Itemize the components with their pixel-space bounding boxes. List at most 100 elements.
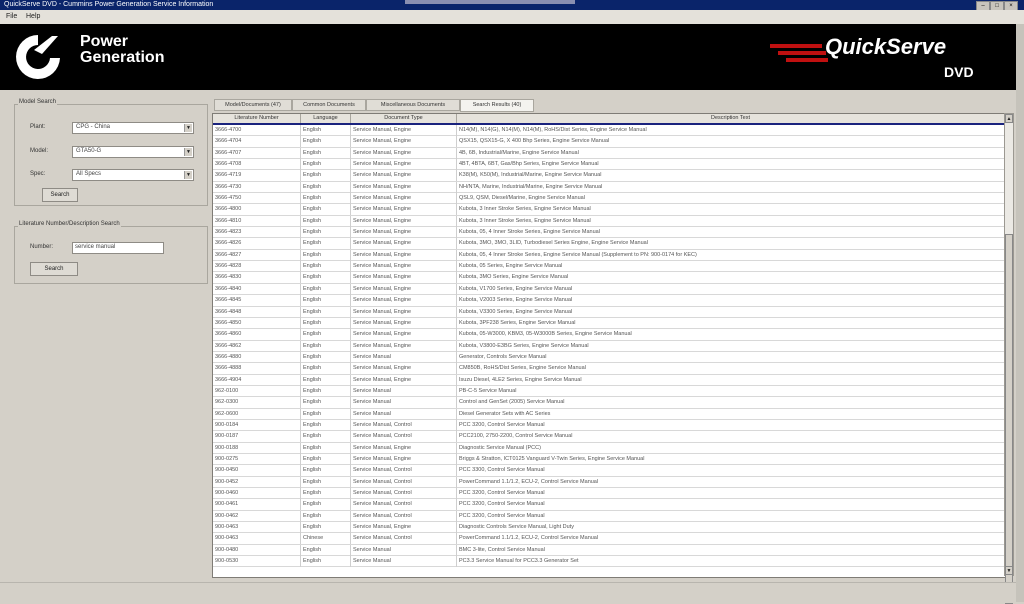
cell-document-type: Service Manual, Engine: [351, 329, 457, 341]
table-row[interactable]: 900-0463 English Service Manual, Engine Dia…: [213, 522, 1005, 534]
scroll-thumb[interactable]: [1005, 234, 1013, 604]
table-row[interactable]: 962-0600 English Service Manual Diesel Gene…: [213, 408, 1005, 420]
table-row[interactable]: 3666-4848 English Service Manual, Engine Ku…: [213, 306, 1005, 318]
cell-language: English: [301, 510, 351, 522]
spec-value: All Specs: [76, 171, 102, 177]
cell-description: Diesel Generator Sets with AC Series: [457, 408, 1005, 420]
table-row[interactable]: 3666-4845 English Service Manual, Engine Ku…: [213, 295, 1005, 307]
cell-literature-number: 3666-4860: [213, 329, 301, 341]
model-search-button[interactable]: Search: [42, 188, 78, 202]
table-row[interactable]: 3666-4708 English Service Manual, Engine 4B…: [213, 159, 1005, 171]
cell-description: PCC2100, 2750-2200, Control Service Manu…: [457, 431, 1005, 443]
tab-common-documents[interactable]: Common Documents: [292, 99, 366, 111]
cell-literature-number: 962-0300: [213, 397, 301, 409]
literature-search-button[interactable]: Search: [30, 262, 78, 276]
table-row[interactable]: 3666-4840 English Service Manual, Engine Ku…: [213, 283, 1005, 296]
column-header-literature-number[interactable]: Literature Number: [213, 114, 301, 123]
table-row[interactable]: 900-0275 English Service Manual, Engine Bri…: [213, 453, 1005, 466]
table-body: 3666-4700 English Service Manual, Engine N1…: [213, 125, 1005, 568]
table-row[interactable]: 900-0460 English Service Manual, Control PC…: [213, 488, 1005, 500]
number-label: Number:: [30, 244, 54, 250]
cell-document-type: Service Manual, Engine: [351, 317, 457, 329]
tab-miscellaneous-documents[interactable]: Miscellaneous Documents: [366, 99, 460, 111]
column-header-document-type[interactable]: Document Type: [351, 114, 457, 123]
tab-model-documents[interactable]: Model/Documents (47): [214, 99, 292, 111]
table-row[interactable]: 900-0188 English Service Manual, Engine Dia…: [213, 442, 1005, 454]
cell-description: Kubota, 3MO, 3MO, 3LID, Turbodiesel Seri…: [457, 238, 1005, 250]
table-row[interactable]: 3666-4823 English Service Manual, Engine Ku…: [213, 227, 1005, 239]
cell-document-type: Service Manual, Control: [351, 465, 457, 477]
table-vertical-scrollbar[interactable]: ▲ ▼: [1004, 113, 1014, 604]
cell-language: English: [301, 193, 351, 205]
cell-description: Isuzu Diesel, 4LE2 Series, Engine Servic…: [457, 374, 1005, 386]
table-row[interactable]: 3666-4830 English Service Manual, Engine Ku…: [213, 272, 1005, 284]
table-row[interactable]: 3666-4827 English Service Manual, Engine Ku…: [213, 249, 1005, 262]
table-row[interactable]: 900-0184 English Service Manual, Control PC…: [213, 419, 1005, 432]
cell-document-type: Service Manual, Control: [351, 431, 457, 443]
table-row[interactable]: 900-0462 English Service Manual, Control PC…: [213, 510, 1005, 523]
spec-select[interactable]: All Specs ▼: [72, 169, 194, 181]
cell-language: English: [301, 125, 351, 136]
table-row[interactable]: 900-0463 Chinese Service Manual, Control Po…: [213, 533, 1005, 545]
cell-literature-number: 900-0187: [213, 431, 301, 443]
cell-description: 4BT, 4BTA, 6BT, Gas/Bhp Series, Engine S…: [457, 159, 1005, 171]
number-value: service manual: [75, 244, 116, 250]
chevron-down-icon[interactable]: ▼: [184, 148, 192, 156]
table-row[interactable]: 3666-4719 English Service Manual, Engine K3…: [213, 170, 1005, 182]
column-header-description[interactable]: Description Text: [457, 114, 1005, 123]
menu-file[interactable]: File: [6, 13, 17, 20]
column-header-language[interactable]: Language: [301, 114, 351, 123]
table-row[interactable]: 3666-4904 English Service Manual, Engine Is…: [213, 374, 1005, 386]
cell-description: Kubota, 05, 4 Inner Stroke Series, Engin…: [457, 227, 1005, 239]
cell-language: English: [301, 397, 351, 409]
cell-document-type: Service Manual, Engine: [351, 363, 457, 375]
menu-help[interactable]: Help: [26, 13, 40, 20]
table-row[interactable]: 3666-4880 English Service Manual Generator,…: [213, 351, 1005, 364]
table-row[interactable]: 3666-4828 English Service Manual, Engine Ku…: [213, 261, 1005, 273]
table-row[interactable]: 3666-4750 English Service Manual, Engine QS…: [213, 193, 1005, 205]
table-row[interactable]: 3666-4860 English Service Manual, Engine Ku…: [213, 329, 1005, 341]
table-row[interactable]: 900-0187 English Service Manual, Control PC…: [213, 431, 1005, 443]
cell-language: English: [301, 431, 351, 443]
cell-literature-number: 3666-4845: [213, 295, 301, 307]
table-row[interactable]: 3666-4888 English Service Manual, Engine CM…: [213, 363, 1005, 375]
chevron-down-icon[interactable]: ▼: [184, 171, 192, 179]
table-row[interactable]: 3666-4826 English Service Manual, Engine Ku…: [213, 238, 1005, 250]
table-row[interactable]: 900-0452 English Service Manual, Control Po…: [213, 476, 1005, 488]
cell-literature-number: 3666-4707: [213, 147, 301, 159]
cell-literature-number: 3666-4810: [213, 215, 301, 227]
table-row[interactable]: 3666-4730 English Service Manual, Engine NH…: [213, 181, 1005, 194]
table-row[interactable]: 900-0450 English Service Manual, Control PC…: [213, 465, 1005, 477]
model-search-title: Model Search: [18, 99, 58, 105]
model-select[interactable]: GTA50-G ▼: [72, 146, 194, 158]
table-row[interactable]: 962-0300 English Service Manual Control and…: [213, 397, 1005, 409]
model-value: GTA50-G: [76, 148, 102, 154]
title-bar-strip: [405, 0, 575, 4]
scroll-down-icon[interactable]: ▼: [1005, 566, 1013, 575]
table-row[interactable]: 962-0100 English Service Manual PB-C-5 Serv…: [213, 385, 1005, 398]
table-row[interactable]: 3666-4850 English Service Manual, Engine Ku…: [213, 317, 1005, 330]
cell-language: English: [301, 238, 351, 250]
table-row[interactable]: 900-0461 English Service Manual, Control PC…: [213, 499, 1005, 511]
table-row[interactable]: 3666-4862 English Service Manual, Engine Ku…: [213, 340, 1005, 352]
table-row[interactable]: 3666-4800 English Service Manual, Engine Ku…: [213, 204, 1005, 216]
table-row[interactable]: 3666-4707 English Service Manual, Engine 4B…: [213, 147, 1005, 160]
cell-language: English: [301, 453, 351, 465]
cell-description: CM850B, RoHS/Dist Series, Engine Service…: [457, 363, 1005, 375]
cell-description: Kubota, V3800-E3BG Series, Engine Servic…: [457, 340, 1005, 352]
table-row[interactable]: 3666-4700 English Service Manual, Engine N1…: [213, 125, 1005, 137]
chevron-down-icon[interactable]: ▼: [184, 124, 192, 132]
number-input[interactable]: service manual: [72, 242, 164, 254]
cell-literature-number: 3666-4704: [213, 136, 301, 148]
table-row[interactable]: 900-0480 English Service Manual BMC 3-lite,…: [213, 544, 1005, 557]
table-row[interactable]: 3666-4810 English Service Manual, Engine Ku…: [213, 215, 1005, 228]
plant-select[interactable]: CPG - China ▼: [72, 122, 194, 134]
cell-language: Chinese: [301, 533, 351, 545]
scroll-up-icon[interactable]: ▲: [1005, 114, 1013, 123]
cell-language: English: [301, 329, 351, 341]
table-row[interactable]: 900-0530 English Service Manual PC3.3 Servi…: [213, 556, 1005, 568]
cell-literature-number: 3666-4826: [213, 238, 301, 250]
table-row[interactable]: 3666-4704 English Service Manual, Engine QS…: [213, 136, 1005, 148]
tab-search-results[interactable]: Search Results (40): [460, 99, 534, 112]
cell-document-type: Service Manual, Engine: [351, 193, 457, 205]
